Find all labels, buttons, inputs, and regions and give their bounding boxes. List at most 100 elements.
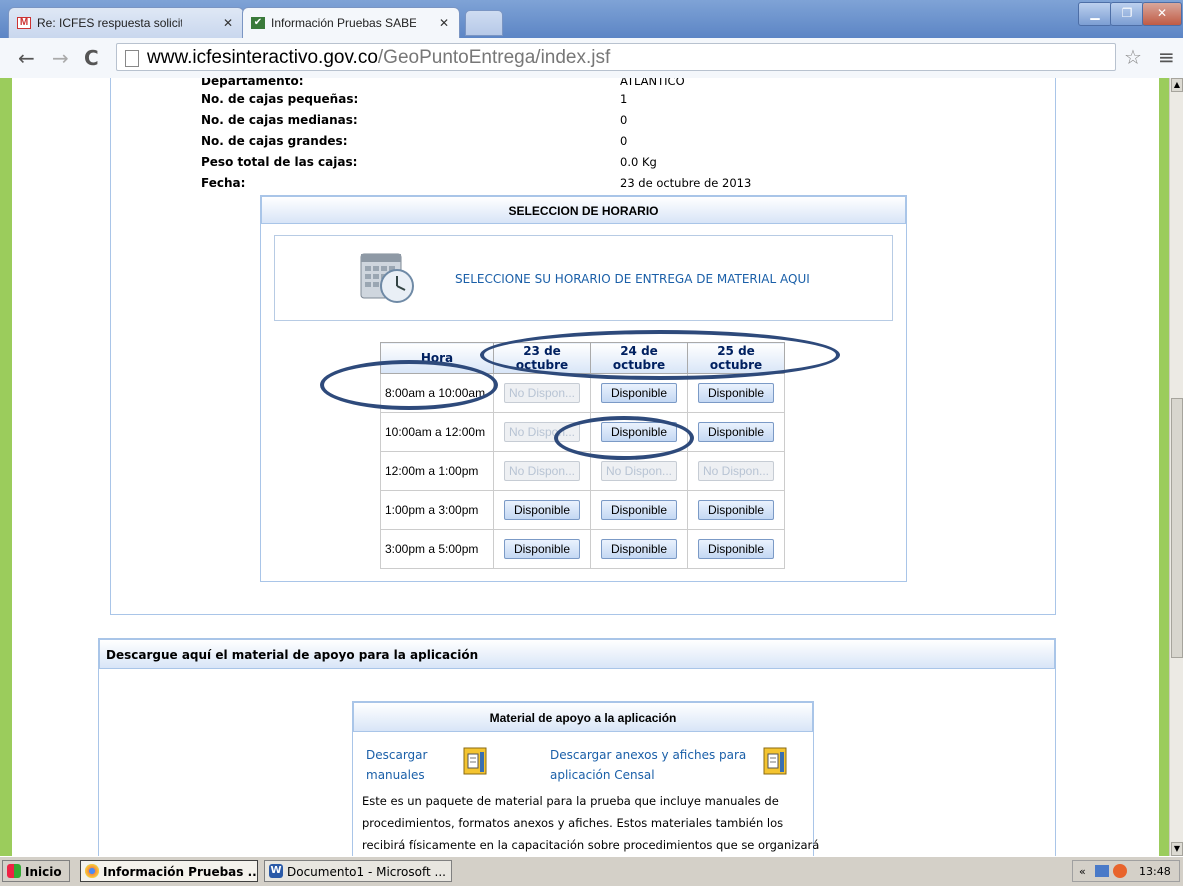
slot-button-unavailable[interactable]: No Dispon...: [503, 461, 581, 481]
close-icon[interactable]: ✕: [439, 16, 449, 30]
select-schedule-link[interactable]: SELECCIONE SU HORARIO DE ENTREGA DE MATE…: [455, 272, 810, 286]
hour-cell: 3:00pm a 5:00pm: [380, 529, 494, 569]
checkmark-favicon-icon: ✔: [251, 17, 265, 29]
scrollbar-thumb[interactable]: [1171, 398, 1183, 658]
zip-archive-icon[interactable]: [762, 746, 790, 776]
windows-logo-icon: [7, 864, 21, 878]
back-arrow-icon[interactable]: ←: [18, 46, 35, 70]
slot-cell: No Dispon...: [687, 451, 785, 491]
network-icon[interactable]: [1095, 865, 1109, 877]
close-icon[interactable]: ✕: [223, 16, 233, 30]
bookmark-star-icon[interactable]: ☆: [1124, 45, 1142, 69]
material-section-header: Descargue aquí el material de apoyo para…: [99, 639, 1055, 669]
slot-button-available[interactable]: Disponible: [504, 500, 580, 520]
word-icon: W: [269, 864, 283, 878]
taskbar-item-chrome[interactable]: Información Pruebas ...: [80, 860, 258, 882]
new-tab-button[interactable]: [465, 10, 503, 36]
table-row: 12:00m a 1:00pm No Dispon... No Dispon..…: [380, 451, 785, 491]
tab-informacion-pruebas[interactable]: ✔ Información Pruebas SABER ✕: [242, 7, 460, 38]
slot-button-unavailable[interactable]: No Dispon...: [697, 461, 775, 481]
minimize-button[interactable]: ▁: [1078, 2, 1112, 26]
browser-toolbar: ← → C www.icfesinteractivo.gov.co/GeoPun…: [0, 38, 1183, 79]
url-host: www.icfesinteractivo.gov.co: [147, 47, 378, 68]
zip-archive-icon[interactable]: [462, 746, 490, 776]
slot-button-available[interactable]: Disponible: [698, 500, 774, 520]
info-value-cajas-grandes: 0: [620, 134, 628, 148]
schedule-prompt-box[interactable]: SELECCIONE SU HORARIO DE ENTREGA DE MATE…: [274, 235, 893, 321]
taskbar-item-label: Información Pruebas ...: [103, 865, 258, 879]
slot-button-available[interactable]: Disponible: [698, 539, 774, 559]
info-label-cajas-medianas: No. de cajas medianas:: [201, 113, 358, 127]
info-label-peso-total: Peso total de las cajas:: [201, 155, 358, 169]
reload-icon[interactable]: C: [84, 46, 99, 70]
material-description-line3: recibirá físicamente en la capacitación …: [362, 838, 820, 852]
info-value-fecha: 23 de octubre de 2013: [620, 176, 752, 190]
tab-title: Re: ICFES respuesta solicitu: [37, 16, 182, 30]
annotation-oval-hour: [320, 360, 498, 410]
left-green-border: [0, 78, 12, 856]
url-path: /GeoPuntoEntrega/index.jsf: [377, 47, 611, 68]
chrome-icon: [85, 864, 99, 878]
slot-button-available[interactable]: Disponible: [601, 500, 677, 520]
vertical-scrollbar[interactable]: ▲ ▼: [1169, 78, 1183, 856]
scroll-down-arrow-icon[interactable]: ▼: [1171, 842, 1183, 856]
taskbar-item-word[interactable]: W Documento1 - Microsoft ...: [264, 860, 452, 882]
slot-button-available[interactable]: Disponible: [698, 422, 774, 442]
slot-cell: Disponible: [687, 412, 785, 452]
slot-cell: Disponible: [493, 529, 591, 569]
gmail-icon: M: [17, 17, 31, 29]
tab-gmail[interactable]: M Re: ICFES respuesta solicitu ✕: [8, 7, 244, 38]
info-value-cajas-pequenas: 1: [620, 92, 628, 106]
hour-cell: 12:00m a 1:00pm: [380, 451, 494, 491]
slot-cell: No Dispon...: [493, 373, 591, 413]
forward-arrow-icon[interactable]: →: [52, 46, 69, 70]
close-window-button[interactable]: ✕: [1142, 2, 1182, 26]
slot-cell: Disponible: [590, 529, 688, 569]
system-tray: « 13:48: [1072, 860, 1180, 882]
tray-expand-chevron-icon[interactable]: «: [1079, 861, 1086, 883]
download-manuals-link-line1[interactable]: Descargar: [366, 748, 427, 762]
tray-app-icon[interactable]: [1113, 864, 1127, 878]
material-description-line1: Este es un paquete de material para la p…: [362, 794, 779, 808]
address-bar[interactable]: www.icfesinteractivo.gov.co/GeoPuntoEntr…: [116, 43, 1116, 71]
download-annexes-link-line1[interactable]: Descargar anexos y afiches para: [550, 748, 746, 762]
info-label-fecha: Fecha:: [201, 176, 246, 190]
hour-cell: 1:00pm a 3:00pm: [380, 490, 494, 530]
slot-button-unavailable[interactable]: No Dispon...: [503, 383, 581, 403]
tab-title: Información Pruebas SABER: [271, 16, 416, 30]
hour-cell: 10:00am a 12:00m: [380, 412, 494, 452]
info-value-departamento: ATLANTICO: [620, 78, 685, 88]
download-manuals-link-line2[interactable]: manuales: [366, 768, 425, 782]
slot-button-unavailable[interactable]: No Dispon...: [600, 461, 678, 481]
slot-cell: Disponible: [687, 490, 785, 530]
info-label-cajas-grandes: No. de cajas grandes:: [201, 134, 348, 148]
schedule-header: SELECCION DE HORARIO: [261, 196, 906, 224]
info-label-departamento: Departamento:: [201, 78, 304, 88]
annotation-oval-dates: [480, 330, 840, 380]
info-label-cajas-pequenas: No. de cajas pequeñas:: [201, 92, 359, 106]
slot-cell: Disponible: [687, 529, 785, 569]
slot-cell: Disponible: [590, 490, 688, 530]
info-value-peso-total: 0.0 Kg: [620, 155, 657, 169]
menu-icon[interactable]: ≡: [1158, 45, 1175, 69]
material-description-line2: procedimientos, formatos anexos y afiche…: [362, 816, 784, 830]
slot-button-available[interactable]: Disponible: [698, 383, 774, 403]
window-titlebar: M Re: ICFES respuesta solicitu ✕ ✔ Infor…: [0, 0, 1183, 38]
slot-cell: No Dispon...: [493, 451, 591, 491]
scroll-up-arrow-icon[interactable]: ▲: [1171, 78, 1183, 92]
slot-button-available[interactable]: Disponible: [601, 539, 677, 559]
page-icon: [125, 50, 139, 67]
right-green-border: [1159, 78, 1169, 856]
slot-button-available[interactable]: Disponible: [504, 539, 580, 559]
table-row: 3:00pm a 5:00pm Disponible Disponible Di…: [380, 529, 785, 569]
slot-cell: Disponible: [493, 490, 591, 530]
download-annexes-link-line2[interactable]: aplicación Censal: [550, 768, 655, 782]
slot-button-available[interactable]: Disponible: [601, 383, 677, 403]
start-label: Inicio: [25, 865, 62, 879]
annotation-oval-selected-slot: [554, 416, 694, 460]
windows-taskbar: Inicio Información Pruebas ... W Documen…: [0, 856, 1183, 886]
maximize-button[interactable]: ❐: [1110, 2, 1144, 26]
table-row: 1:00pm a 3:00pm Disponible Disponible Di…: [380, 490, 785, 530]
start-button[interactable]: Inicio: [2, 860, 70, 882]
calendar-clock-icon: [359, 250, 415, 306]
